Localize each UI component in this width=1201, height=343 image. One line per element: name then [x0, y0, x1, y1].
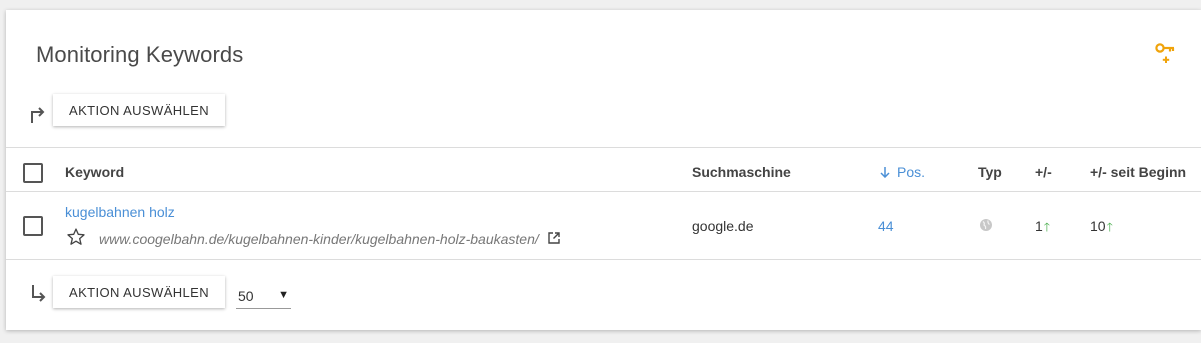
position-value[interactable]: 44: [878, 218, 894, 234]
column-header-diff-start[interactable]: +/- seit Beginn: [1090, 164, 1186, 180]
turn-down-right-arrow-icon: [27, 282, 51, 306]
diff-value: 1🡑: [1035, 218, 1050, 239]
divider: [6, 147, 1201, 148]
action-select-button-top[interactable]: AKTION AUSWÄHLEN: [53, 94, 226, 126]
sort-down-icon: [880, 167, 890, 178]
action-select-button-bottom[interactable]: AKTION AUSWÄHLEN: [53, 276, 226, 308]
globe-icon: [979, 218, 993, 237]
divider: [6, 191, 1201, 192]
page-title: Monitoring Keywords: [36, 42, 244, 67]
diff-number: 1: [1035, 218, 1043, 234]
divider: [6, 259, 1201, 260]
keywords-card: Monitoring Keywords AKTION AUSWÄHLEN Key…: [6, 10, 1201, 330]
select-all-checkbox[interactable]: [23, 163, 43, 183]
column-header-pos-label: Pos.: [897, 164, 926, 180]
arrow-up-icon: 🡑: [1106, 220, 1113, 234]
page-size-value: 50: [238, 288, 254, 304]
turn-right-arrow-icon: [26, 102, 50, 126]
row-checkbox[interactable]: [23, 216, 43, 236]
search-engine: google.de: [692, 218, 754, 234]
star-icon[interactable]: [66, 227, 86, 252]
column-header-type[interactable]: Typ: [978, 164, 1002, 180]
column-header-keyword[interactable]: Keyword: [65, 164, 124, 180]
column-header-pos[interactable]: Pos.: [879, 164, 925, 180]
ranking-url: www.coogelbahn.de/kugelbahnen-kinder/kug…: [99, 231, 539, 247]
column-header-engine[interactable]: Suchmaschine: [692, 164, 791, 180]
column-header-diff[interactable]: +/-: [1035, 164, 1052, 180]
diff-start-value: 10🡑: [1090, 218, 1113, 239]
caret-down-icon: ▼: [278, 289, 289, 301]
external-link-icon[interactable]: [547, 231, 561, 250]
keyword-link[interactable]: kugelbahnen holz: [65, 204, 175, 220]
add-key-icon[interactable]: [1153, 40, 1179, 66]
page-size-select[interactable]: 50 ▼: [236, 286, 291, 309]
arrow-up-icon: 🡑: [1043, 220, 1051, 234]
diff-start-number: 10: [1090, 218, 1106, 234]
